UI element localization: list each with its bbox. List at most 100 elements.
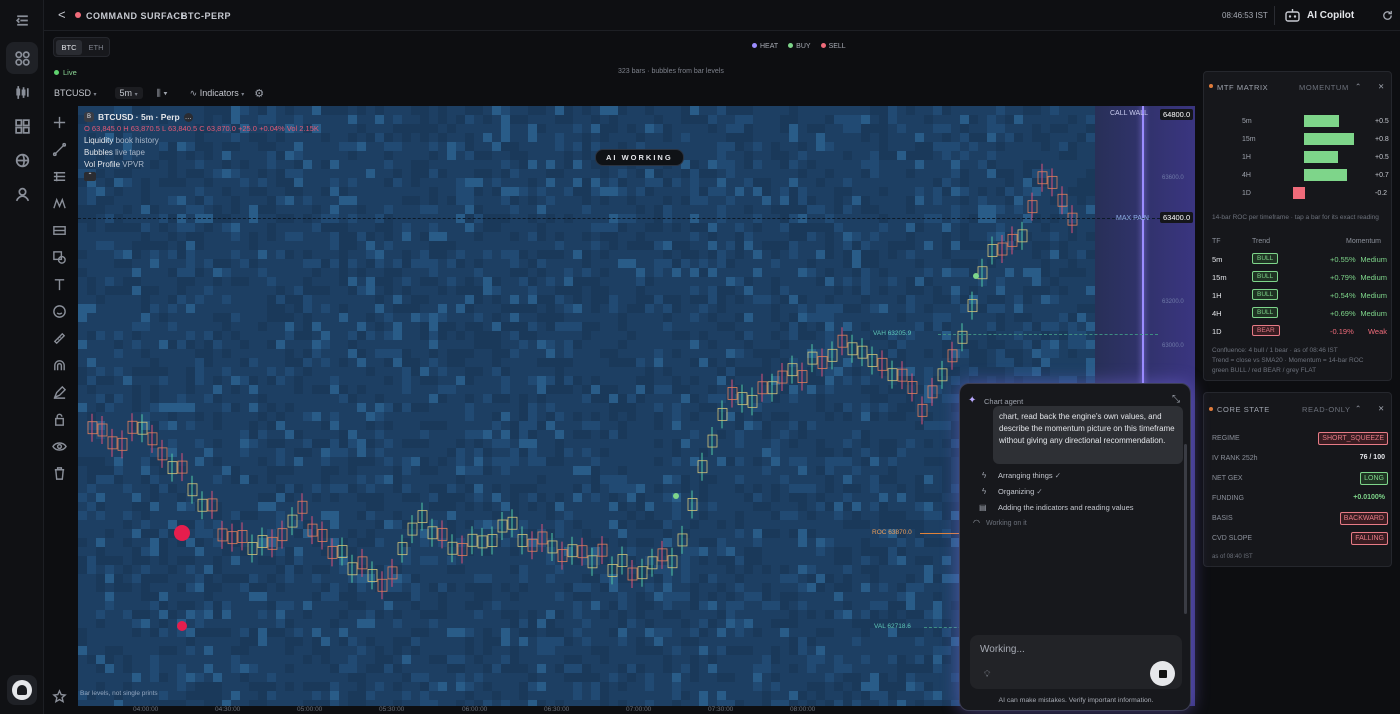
crosshair-icon[interactable] bbox=[52, 115, 72, 135]
indicators-button[interactable]: ∿ Indicators ▾ bbox=[190, 88, 245, 99]
text-icon[interactable] bbox=[52, 277, 72, 297]
emoji-icon[interactable] bbox=[52, 304, 72, 324]
core-value: FALLING bbox=[1351, 532, 1388, 545]
trend-badge: BULL bbox=[1252, 253, 1279, 264]
mtf-bar[interactable] bbox=[1304, 151, 1338, 163]
chat-input-box[interactable]: Working... 💡︎ bbox=[970, 635, 1182, 689]
mtf-table-row[interactable]: 1D BEAR -0.19% Weak bbox=[1204, 324, 1393, 340]
mtf-hint: 14-bar ROC per timeframe · tap a bar for… bbox=[1212, 214, 1379, 221]
shapes-icon[interactable] bbox=[52, 250, 72, 270]
chat-input[interactable]: Working... bbox=[980, 644, 1025, 655]
time-tick: 04:00:00 bbox=[133, 706, 159, 713]
interval-select[interactable]: 5m ▾ bbox=[114, 87, 143, 99]
core-row: BASIS BACKWARD bbox=[1204, 511, 1393, 529]
eye-icon[interactable] bbox=[52, 439, 72, 459]
close-panel-icon[interactable]: ✕ bbox=[1378, 404, 1385, 413]
refresh-icon[interactable] bbox=[1381, 9, 1394, 22]
mtf-table-row[interactable]: 15m BULL +0.79% Medium bbox=[1204, 270, 1393, 286]
user-icon[interactable] bbox=[6, 178, 38, 210]
fib-icon[interactable] bbox=[52, 169, 72, 189]
ohlc-values: O 63,845.0 H 63,870.5 L 63,840.5 C 63,87… bbox=[84, 124, 319, 133]
tab-btc[interactable]: BTC bbox=[56, 40, 82, 55]
minimize-icon[interactable]: ⤡ bbox=[1172, 394, 1180, 405]
collapse-icon[interactable] bbox=[6, 4, 38, 36]
collapse-panel-icon[interactable]: ⌃ bbox=[1355, 82, 1362, 91]
mtf-bar-tf: 1D bbox=[1242, 190, 1251, 197]
globe-icon[interactable] bbox=[6, 144, 38, 176]
core-value: +0.0100% bbox=[1353, 494, 1385, 501]
pencil-lock-icon[interactable] bbox=[52, 385, 72, 405]
chart-toolbar: BTCUSD ▾ 5m ▾ ⫼ ▾ ∿ Indicators ▾ ⚙ bbox=[54, 86, 264, 100]
symbol-logo-icon: B bbox=[84, 112, 94, 122]
symbol-select[interactable]: BTCUSD ▾ bbox=[54, 88, 97, 98]
study-bubbles[interactable]: Bubbles live tape bbox=[84, 148, 319, 157]
avatar[interactable] bbox=[7, 675, 37, 705]
trend-badge: BEAR bbox=[1252, 325, 1280, 336]
time-tick: 06:30:00 bbox=[544, 706, 570, 713]
settings-gear-icon[interactable]: ⚙ bbox=[254, 87, 264, 100]
legend-heat[interactable]: HEAT bbox=[752, 43, 778, 50]
close-panel-icon[interactable]: ✕ bbox=[1378, 82, 1385, 91]
agent-title: Chart agent bbox=[984, 397, 1024, 406]
ai-copilot-button[interactable]: AI Copilot bbox=[1284, 5, 1382, 26]
dashboard-icon[interactable] bbox=[6, 42, 38, 74]
max-pain-label: MAX PAIN bbox=[1116, 215, 1149, 222]
lightbulb-icon[interactable]: 💡︎ bbox=[984, 669, 990, 680]
tab-eth[interactable]: ETH bbox=[84, 40, 108, 55]
live-indicator: Live bbox=[54, 68, 77, 77]
chart-type-button[interactable]: ⫼ ▾ bbox=[157, 88, 168, 99]
collapse-panel-icon[interactable]: ⌃ bbox=[1355, 404, 1362, 413]
core-row: CVD SLOPE FALLING bbox=[1204, 531, 1393, 549]
mtf-mode[interactable]: MOMENTUM bbox=[1299, 83, 1349, 92]
trash-icon[interactable] bbox=[52, 466, 72, 486]
study-vol-profile[interactable]: Vol Profile VPVR bbox=[84, 160, 319, 169]
symbol-label: BTC-PERP bbox=[181, 11, 232, 21]
top-bar: < COMMAND SURFACE · BTC-PERP 08:46:53 IS… bbox=[44, 0, 1400, 31]
trendline-icon[interactable] bbox=[52, 142, 72, 162]
mtf-bar-value: +0.7 bbox=[1375, 172, 1389, 179]
mtf-bar-value: -0.2 bbox=[1375, 190, 1388, 197]
legend-buy[interactable]: BUY bbox=[788, 43, 811, 50]
magnet-icon[interactable] bbox=[52, 358, 72, 378]
chart-menu-icon[interactable]: … bbox=[183, 112, 193, 122]
step-indicators: Adding the indicators and reading values bbox=[998, 503, 1134, 512]
bars-info: 323 bars · bubbles from bar levels bbox=[618, 68, 724, 75]
study-liquidity[interactable]: Liquidity book history bbox=[84, 136, 319, 145]
ruler-icon[interactable] bbox=[52, 331, 72, 351]
mtf-bar[interactable] bbox=[1293, 187, 1305, 199]
candles-icon[interactable] bbox=[6, 76, 38, 108]
working-status: Working on it bbox=[986, 520, 1027, 527]
back-button[interactable]: < bbox=[58, 7, 66, 22]
widgets-icon[interactable] bbox=[6, 110, 38, 142]
mtf-bar[interactable] bbox=[1304, 169, 1347, 181]
time-tick: 06:00:00 bbox=[462, 706, 488, 713]
heat-legend: HEAT BUY SELL bbox=[752, 43, 846, 50]
stop-icon bbox=[1158, 669, 1167, 678]
roc-label: ROC 63870.0 bbox=[872, 529, 912, 536]
mtf-footer: Confluence: 4 bull / 1 bear · as of 08:4… bbox=[1212, 346, 1363, 376]
price-tick: 63600.0 bbox=[1162, 175, 1184, 181]
star-icon[interactable] bbox=[52, 689, 72, 709]
call-wall-label: CALL WALL bbox=[1110, 110, 1148, 117]
core-row: FUNDING +0.0100% bbox=[1204, 491, 1393, 509]
mtf-title: MTF MATRIX bbox=[1217, 83, 1269, 92]
mtf-table-row[interactable]: 1H BULL +0.54% Medium bbox=[1204, 288, 1393, 304]
stop-button[interactable] bbox=[1150, 661, 1175, 686]
max-pain-line bbox=[78, 218, 1160, 219]
rectangle-icon[interactable] bbox=[52, 223, 72, 243]
sparkle-icon: ✦ bbox=[968, 395, 977, 406]
mtf-table-row[interactable]: 5m BULL +0.55% Medium bbox=[1204, 252, 1393, 268]
collapse-legend-button[interactable]: ⌃ bbox=[84, 172, 96, 181]
time-tick: 08:00:00 bbox=[790, 706, 816, 713]
left-nav bbox=[0, 0, 44, 714]
mtf-table-row[interactable]: 4H BULL +0.69% Medium bbox=[1204, 306, 1393, 322]
lock-icon[interactable] bbox=[52, 412, 72, 432]
mtf-bar[interactable] bbox=[1304, 133, 1354, 145]
live-dot bbox=[54, 70, 59, 75]
pattern-icon[interactable] bbox=[52, 196, 72, 216]
bolt-icon: ϟ bbox=[982, 471, 987, 480]
chat-scrollbar[interactable] bbox=[1184, 444, 1187, 614]
mtf-bar[interactable] bbox=[1304, 115, 1339, 127]
legend-sell[interactable]: SELL bbox=[820, 43, 846, 50]
call-wall-price: 64800.0 bbox=[1160, 109, 1194, 120]
